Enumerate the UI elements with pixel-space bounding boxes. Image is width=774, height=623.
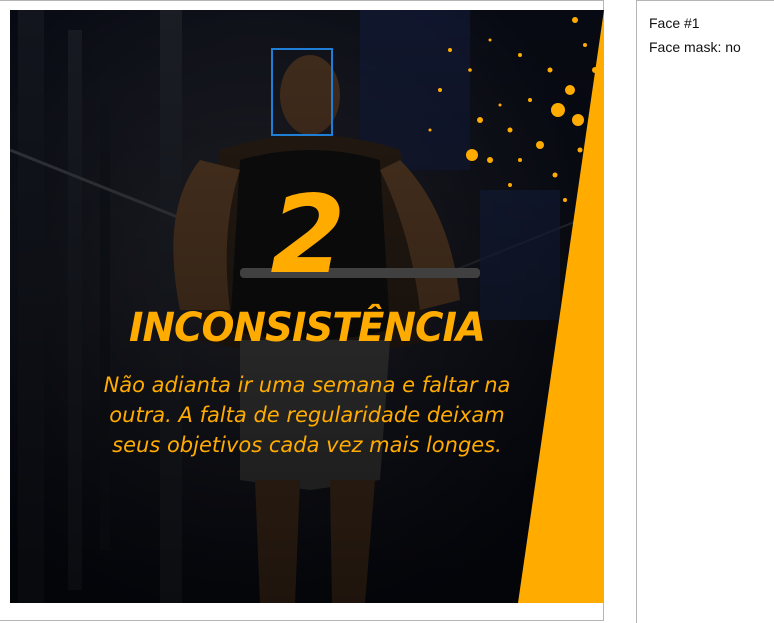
body-line: Não adianta ir uma semana e faltar na xyxy=(103,373,511,397)
image-viewer-panel: 2 INCONSISTÊNCIA Não adianta ir uma sema… xyxy=(0,0,604,621)
face-mask-status: Face mask: no xyxy=(649,39,741,55)
body-text: Não adianta ir uma semana e faltar na ou… xyxy=(70,370,544,460)
face-detection-window: 2 INCONSISTÊNCIA Não adianta ir uma sema… xyxy=(0,0,774,623)
detection-info-panel: Face #1 Face mask: no xyxy=(636,0,774,623)
headline-title: INCONSISTÊNCIA xyxy=(129,305,486,351)
body-line: outra. A falta de regularidade deixam xyxy=(109,403,505,427)
face-index-label: Face #1 xyxy=(649,15,700,31)
face-bounding-box[interactable] xyxy=(271,48,333,136)
headline-number: 2 xyxy=(270,173,345,298)
body-line: seus objetivos cada vez mais longes. xyxy=(112,433,502,457)
